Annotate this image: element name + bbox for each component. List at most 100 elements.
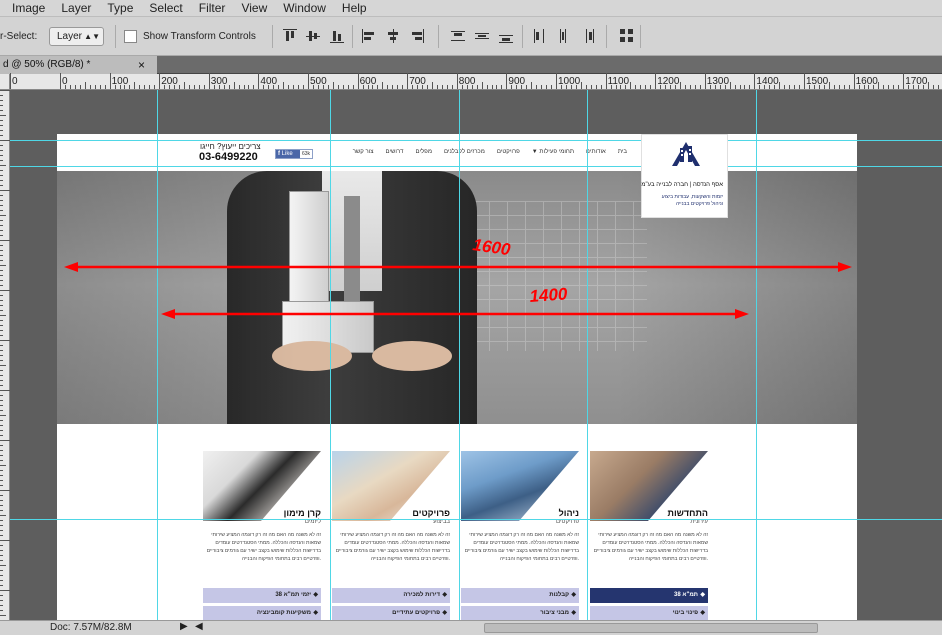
card-button-apartments[interactable]: דירות למכירה ◆ <box>332 588 450 603</box>
ruler-minor-tick <box>0 590 10 591</box>
nav-projects[interactable]: פרויקטים <box>497 149 520 155</box>
ruler-minor-tick <box>179 85 181 89</box>
document-tab[interactable]: d @ 50% (RGB/8) * × <box>0 56 157 74</box>
ruler-minor-tick <box>441 85 443 89</box>
nav-home[interactable]: בית <box>618 149 627 155</box>
facebook-like-button[interactable]: f Like 63k <box>275 149 313 159</box>
guide-vertical[interactable] <box>157 90 158 620</box>
distribute-horizontal-centers-icon[interactable] <box>556 29 570 43</box>
ruler-minor-tick <box>104 85 106 89</box>
phone-number[interactable]: 03-6499220 <box>199 151 258 163</box>
auto-select-label: r-Select: <box>0 31 38 42</box>
auto-select-dropdown[interactable]: Layer ▲▼ <box>49 27 104 46</box>
menu-filter[interactable]: Filter <box>199 1 226 15</box>
nav-tenders[interactable]: מכרזים לקבלנים <box>444 149 485 155</box>
nav-contact[interactable]: צור קשר <box>353 149 374 155</box>
guide-vertical[interactable] <box>330 90 331 620</box>
ruler-minor-tick <box>580 82 582 89</box>
card-button-tama38-developers[interactable]: יזמי תמ"א 38 ◆ <box>203 588 321 603</box>
ruler-minor-tick <box>0 445 3 446</box>
horizontal-ruler[interactable]: 0 0 100 200 300 400 500 600 700 800 900 1000 1100 120… <box>10 73 942 90</box>
ruler-minor-tick <box>729 82 731 89</box>
nav-activities[interactable]: ▼ תחומי פעילות <box>532 149 574 155</box>
align-vertical-centers-icon[interactable] <box>306 29 320 43</box>
menu-select[interactable]: Select <box>149 1 182 15</box>
doc-size[interactable]: Doc: 7.57M/82.8M <box>50 622 132 633</box>
ruler-minor-tick <box>243 85 245 89</box>
auto-align-layers-icon[interactable] <box>620 29 634 43</box>
menu-image[interactable]: Image <box>12 1 45 15</box>
menu-view[interactable]: View <box>241 1 267 15</box>
ruler-minor-tick <box>0 530 3 531</box>
guide-horizontal[interactable] <box>10 140 942 141</box>
card-fund[interactable]: קרן מימון ליזמים זה לא משנה מה האם מה זה… <box>203 451 321 620</box>
ruler-minor-tick <box>99 85 101 89</box>
nav-stages[interactable]: מפלים <box>416 149 432 155</box>
arrow-left-icon[interactable]: ◀ <box>195 621 203 632</box>
ruler-minor-tick <box>546 85 548 89</box>
card-button-pinui[interactable]: פינוי בינוי ◆ <box>590 606 708 620</box>
nav-jobs[interactable]: דרושים <box>386 149 404 155</box>
arrow-right-icon[interactable]: ▶ <box>180 621 188 632</box>
align-left-edges-icon[interactable] <box>362 29 376 43</box>
logo-box[interactable]: אסף הנדסה | חברה לבנייה בע"מ יזמות והשקע… <box>641 134 728 218</box>
guide-vertical[interactable] <box>756 90 757 620</box>
ruler-minor-tick <box>0 280 3 281</box>
ruler-minor-tick <box>0 595 3 596</box>
ruler-major-tick <box>258 73 260 89</box>
ruler-minor-tick <box>625 85 627 89</box>
distribute-left-icon[interactable] <box>532 29 546 43</box>
ruler-minor-tick <box>858 85 860 89</box>
nav-about[interactable]: אודותינו <box>586 149 606 155</box>
ruler-minor-tick <box>511 85 513 89</box>
ruler-minor-tick <box>0 295 3 296</box>
card-button-future-projects[interactable]: פרויקטים עתידיים ◆ <box>332 606 450 620</box>
ruler-minor-tick <box>436 85 438 89</box>
ruler-minor-tick <box>0 225 3 226</box>
card-button-contracting[interactable]: קבלנות ◆ <box>461 588 579 603</box>
align-top-edges-icon[interactable] <box>283 29 297 43</box>
card-button-investors[interactable]: משקיעות קומבינציה ◆ <box>203 606 321 620</box>
card-project-management[interactable]: ניהול פרויקטים זה לא משנה מה האם מה זה ר… <box>461 451 579 620</box>
guide-horizontal[interactable] <box>10 166 942 167</box>
menu-help[interactable]: Help <box>342 1 367 15</box>
card-urban-renewal[interactable]: התחדשות עירונית זה לא משנה מה האם מה זה … <box>590 451 708 620</box>
menu-window[interactable]: Window <box>283 1 326 15</box>
ruler-minor-tick <box>0 270 3 271</box>
vertical-ruler[interactable] <box>0 90 10 620</box>
ruler-minor-tick <box>734 85 736 89</box>
ruler-minor-tick <box>570 85 572 89</box>
align-right-edges-icon[interactable] <box>410 29 424 43</box>
distribute-bottom-icon[interactable] <box>499 29 513 43</box>
canvas-area[interactable]: בית אודותינו ▼ תחומי פעילות פרויקטים מכר… <box>10 90 942 620</box>
ruler-minor-tick <box>799 85 801 89</box>
distribute-right-icon[interactable] <box>580 29 594 43</box>
card-projects[interactable]: פרויקטים בביצוע זה לא משנה מה האם מה זה … <box>332 451 450 620</box>
align-bottom-edges-icon[interactable] <box>330 29 344 43</box>
guide-vertical[interactable] <box>587 90 588 620</box>
ruler-origin[interactable] <box>0 74 10 90</box>
logo-tagline-2: וניהול פרויקטים בבנייה <box>675 201 723 207</box>
close-icon[interactable]: × <box>138 56 145 74</box>
guide-vertical[interactable] <box>459 90 460 620</box>
ruler-minor-tick <box>0 440 10 441</box>
distribute-vertical-centers-icon[interactable] <box>475 29 489 43</box>
ruler-minor-tick <box>575 85 577 89</box>
ruler-major-tick <box>903 73 905 89</box>
distribute-top-icon[interactable] <box>451 29 465 43</box>
align-horizontal-centers-icon[interactable] <box>386 29 400 43</box>
menu-type[interactable]: Type <box>107 1 133 15</box>
ruler-minor-tick <box>833 85 835 89</box>
ruler-minor-tick <box>0 215 6 216</box>
phone-label: צריכים ייעוץ? חייגו <box>200 142 261 151</box>
guide-horizontal[interactable] <box>10 519 942 520</box>
ruler-minor-tick <box>0 315 6 316</box>
ruler-minor-tick <box>0 485 3 486</box>
show-transform-checkbox[interactable] <box>124 30 137 43</box>
card-button-tama38[interactable]: תמ"א 38 ◆ <box>590 588 708 603</box>
card-button-public-buildings[interactable]: מבני ציבור ◆ <box>461 606 579 620</box>
menu-layer[interactable]: Layer <box>61 1 91 15</box>
card-button-label: תמ"א 38 <box>674 592 698 598</box>
horizontal-scrollbar-thumb[interactable] <box>484 623 818 633</box>
ruler-minor-tick <box>79 85 81 89</box>
